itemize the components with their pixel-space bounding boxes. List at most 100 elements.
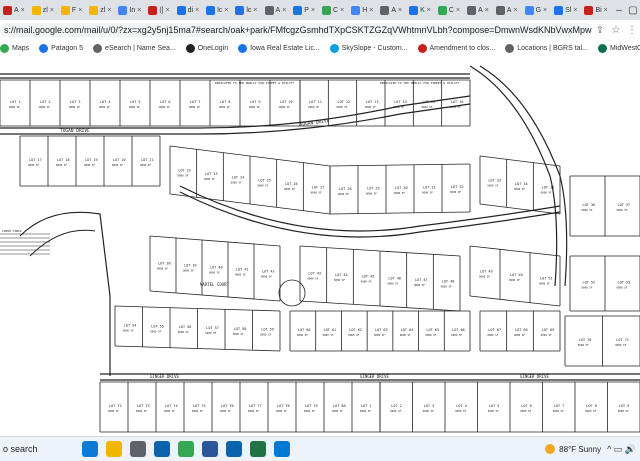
lot-line	[479, 155, 561, 167]
close-icon[interactable]: ×	[166, 7, 170, 14]
word-icon[interactable]	[201, 441, 218, 457]
browser-tab[interactable]: Bi ×	[581, 2, 610, 18]
browser-tab[interactable]: lc ×	[232, 2, 260, 18]
close-icon[interactable]: ×	[427, 7, 431, 14]
close-icon[interactable]: ×	[573, 7, 577, 14]
tab-label: C	[333, 6, 339, 14]
bookmark-item[interactable]: eSearch | Name Sea...	[93, 43, 176, 53]
explorer-icon[interactable]	[105, 441, 122, 457]
browser-tab[interactable]: A ×	[493, 2, 521, 18]
bookmark-item[interactable]: Locations | BGRS tal...	[505, 43, 588, 53]
close-icon[interactable]: ×	[282, 7, 286, 14]
close-icon[interactable]: ×	[604, 7, 608, 14]
bookmark-item[interactable]: MidWestOne	[597, 43, 640, 53]
browser-tab[interactable]: C ×	[319, 2, 347, 18]
lot-label: LOT 22	[178, 169, 191, 173]
browser-tab[interactable]: di ×	[174, 2, 203, 18]
close-icon[interactable]: ×	[340, 7, 344, 14]
browser-tab[interactable]: A ×	[464, 2, 492, 18]
browser-tab[interactable]: G ×	[522, 2, 551, 18]
browser-tab[interactable]: zl ×	[86, 2, 114, 18]
lot-area: 0000 SF	[337, 105, 348, 109]
lot-area: 0000 SF	[220, 409, 231, 413]
lot-area: 0000 SF	[582, 286, 593, 290]
browser-tab[interactable]: K ×	[406, 2, 434, 18]
close-icon[interactable]: ×	[513, 7, 517, 14]
tab-label: A	[391, 6, 397, 14]
close-icon[interactable]: ×	[195, 7, 199, 14]
taskbar-search[interactable]: o search	[3, 444, 38, 454]
browser-tab[interactable]: A ×	[0, 2, 28, 18]
tab-favicon-icon	[3, 5, 12, 15]
close-icon[interactable]: ×	[21, 7, 25, 14]
edge-icon[interactable]	[81, 441, 98, 457]
bookmark-label: OneLogin	[197, 44, 229, 52]
bookmark-item[interactable]: Maps	[0, 43, 29, 53]
lot-area: 0000 SF	[233, 332, 244, 336]
lot-label: LOT 15	[423, 100, 436, 104]
lot-line	[149, 235, 281, 247]
system-tray[interactable]: ^ ▭ 🔊	[607, 444, 636, 455]
browser-tab[interactable]: A ×	[262, 2, 290, 18]
close-icon[interactable]: ×	[398, 7, 402, 14]
store-icon[interactable]	[129, 441, 146, 457]
lot-area: 0000 SF	[9, 105, 20, 109]
bookmarks-bar: Maps Patagon 5 eSearch | Name Sea... OneLog…	[0, 40, 640, 57]
lot-label: LOT 76	[221, 404, 234, 408]
browser-tab[interactable]: zl ×	[29, 2, 57, 18]
lot-label: LOT 8	[586, 404, 597, 408]
close-icon[interactable]: ×	[485, 7, 489, 14]
close-icon[interactable]: ×	[107, 7, 111, 14]
bookmark-favicon-icon	[597, 43, 607, 53]
lot-area: 0000 SF	[617, 286, 628, 290]
bookmark-item[interactable]: Iowa Real Estate Lic...	[238, 43, 320, 53]
weather-widget[interactable]: 88°F Sunny	[545, 444, 601, 454]
browser-tab[interactable]: lc ×	[203, 2, 231, 18]
mail-icon[interactable]	[153, 441, 170, 457]
browser-tab[interactable]: (| ×	[145, 2, 172, 18]
maximize-icon[interactable]: ▢	[626, 5, 640, 16]
lot-label: LOT 64	[401, 328, 414, 332]
excel-icon[interactable]	[249, 441, 266, 457]
tab-favicon-icon	[584, 5, 594, 15]
bookmark-item[interactable]: SkySlope - Custom...	[329, 43, 408, 53]
lot-area: 0000 SF	[304, 409, 315, 413]
close-icon[interactable]: ×	[369, 7, 373, 14]
outlook-icon[interactable]	[225, 441, 242, 457]
bookmark-item[interactable]: Amendment to clos...	[417, 43, 495, 53]
browser-tab[interactable]: In ×	[115, 2, 144, 18]
close-icon[interactable]: ×	[224, 7, 228, 14]
lot-label: LOT 17	[29, 158, 42, 162]
close-icon[interactable]: ×	[137, 7, 141, 14]
close-icon[interactable]: ×	[78, 7, 82, 14]
browser-tab[interactable]: C ×	[435, 2, 463, 18]
browser-tab[interactable]: F ×	[58, 2, 85, 18]
share-icon[interactable]: ⇪	[592, 25, 608, 36]
extensions-icon[interactable]: ⋮	[624, 25, 640, 36]
chrome-icon[interactable]	[177, 441, 194, 457]
bookmark-item[interactable]: Patagon 5	[39, 43, 83, 53]
close-icon[interactable]: ×	[543, 7, 547, 14]
browser-tab[interactable]: H ×	[348, 2, 376, 18]
lot-label: LOT 78	[277, 404, 290, 408]
lot-label: LOT 31	[423, 186, 436, 190]
close-icon[interactable]: ×	[50, 7, 54, 14]
browser-tab[interactable]: P ×	[290, 2, 318, 18]
close-icon[interactable]: ×	[311, 7, 315, 14]
remote-icon[interactable]	[273, 441, 290, 457]
browser-tab[interactable]: A ×	[377, 2, 405, 18]
lot-area: 0000 SF	[585, 409, 596, 413]
browser-tab[interactable]: Sl ×	[551, 2, 580, 18]
tab-label: di	[187, 6, 194, 14]
star-icon[interactable]: ☆	[608, 25, 624, 36]
bookmark-item[interactable]: OneLogin	[185, 43, 229, 53]
lot-label: LOT 69	[542, 328, 555, 332]
tab-favicon-icon	[437, 5, 447, 15]
close-icon[interactable]: ×	[456, 7, 460, 14]
tab-favicon-icon	[554, 5, 564, 15]
minimize-icon[interactable]: –	[612, 5, 626, 16]
close-icon[interactable]: ×	[253, 7, 257, 14]
url-field[interactable]: s://mail.google.com/mail/u/0/?zx=xg2y5nj…	[0, 23, 592, 37]
lot-label: LOT 23	[205, 172, 218, 176]
lot-area: 0000 SF	[487, 184, 498, 188]
